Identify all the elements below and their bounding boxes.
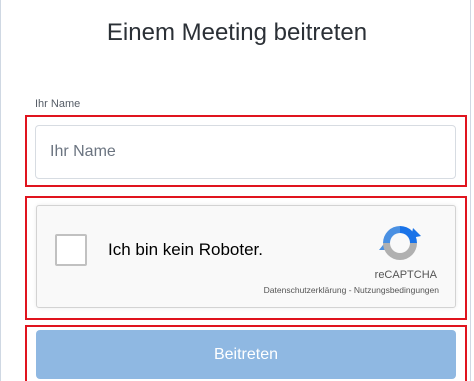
recaptcha-logo-icon <box>379 226 421 260</box>
recaptcha-checkbox[interactable] <box>55 234 87 266</box>
name-field-label: Ihr Name <box>35 98 81 110</box>
links-separator: - <box>346 285 354 295</box>
terms-link[interactable]: Nutzungsbedingungen <box>354 285 439 295</box>
join-button[interactable]: Beitreten <box>36 330 456 379</box>
recaptcha-widget: Ich bin kein Roboter. reCAPTCHA Datensch… <box>36 205 456 308</box>
page-title: Einem Meeting beitreten <box>106 19 368 46</box>
recaptcha-brand: reCAPTCHA <box>374 269 437 281</box>
privacy-link[interactable]: Datenschutzerklärung <box>264 285 347 295</box>
name-input[interactable] <box>35 125 456 179</box>
recaptcha-links: Datenschutzerklärung - Nutzungsbedingung… <box>264 285 439 295</box>
recaptcha-checkbox-label[interactable]: Ich bin kein Roboter. <box>108 240 263 260</box>
page-frame <box>0 0 471 381</box>
